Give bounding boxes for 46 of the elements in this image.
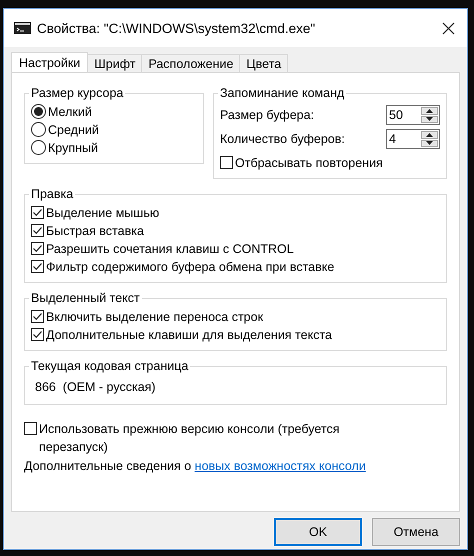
- checkbox[interactable]: [31, 242, 44, 255]
- info-text: Дополнительные сведения о: [24, 459, 192, 473]
- checkbox[interactable]: [31, 310, 44, 323]
- field-label: Размер буфера:: [220, 108, 314, 122]
- group-title: Размер курсора: [30, 85, 124, 101]
- checkbox[interactable]: [24, 422, 37, 435]
- radio-button[interactable]: [31, 104, 46, 119]
- code-page-value: 866 (OEM - русская): [34, 379, 157, 396]
- spin-down-icon[interactable]: [421, 116, 438, 123]
- checkbox-label: Быстрая вставка: [46, 223, 144, 240]
- checkbox-label: Фильтр содержимого буфера обмена при вставке: [46, 259, 334, 276]
- checkbox-label: Отбрасывать повторения: [235, 155, 383, 172]
- spin-up-icon[interactable]: [421, 131, 438, 138]
- tab[interactable]: Цвета: [239, 54, 288, 72]
- spin-down-icon[interactable]: [421, 140, 438, 147]
- spin-field[interactable]: 4: [386, 129, 440, 149]
- group-title: Правка: [30, 186, 74, 202]
- radio-label: Средний: [48, 122, 99, 139]
- spin-field[interactable]: 50: [386, 105, 440, 125]
- console-icon: [14, 22, 31, 34]
- radio-button[interactable]: [31, 140, 46, 155]
- checkbox[interactable]: [31, 224, 44, 237]
- checkbox-label: Использовать прежнюю версию консоли (требуется перезапуск): [39, 421, 340, 456]
- checkbox[interactable]: [31, 206, 44, 219]
- tab[interactable]: Настройки: [11, 52, 88, 72]
- group-title: Выделенный текст: [30, 290, 141, 306]
- checkbox[interactable]: [31, 260, 44, 273]
- spin-up-icon[interactable]: [421, 107, 438, 114]
- field-label: Количество буферов:: [220, 132, 345, 146]
- tab[interactable]: Шрифт: [87, 54, 142, 72]
- group-title: Текущая кодовая страница: [30, 358, 190, 374]
- window-title: Свойства: "C:\WINDOWS\system32\cmd.exe": [37, 20, 316, 36]
- group-title: Запоминание команд: [219, 85, 346, 101]
- radio-label: Крупный: [48, 140, 98, 157]
- checkbox-label: Разрешить сочетания клавиш с CONTROL: [46, 241, 294, 258]
- close-icon[interactable]: [442, 22, 455, 34]
- checkbox-label: Выделение мышью: [46, 205, 160, 222]
- dialog-button[interactable]: OK: [274, 518, 362, 546]
- console-features-link[interactable]: новых возможностях консоли: [194, 459, 366, 473]
- checkbox[interactable]: [31, 328, 44, 341]
- checkbox-label: Включить выделение переноса строк: [46, 309, 264, 326]
- radio-button[interactable]: [31, 122, 46, 137]
- radio-label: Мелкий: [48, 104, 92, 121]
- dialog-button[interactable]: Отмена: [372, 518, 460, 546]
- checkbox[interactable]: [220, 156, 233, 169]
- checkbox-label: Дополнительные клавиши для выделения текста: [46, 327, 332, 344]
